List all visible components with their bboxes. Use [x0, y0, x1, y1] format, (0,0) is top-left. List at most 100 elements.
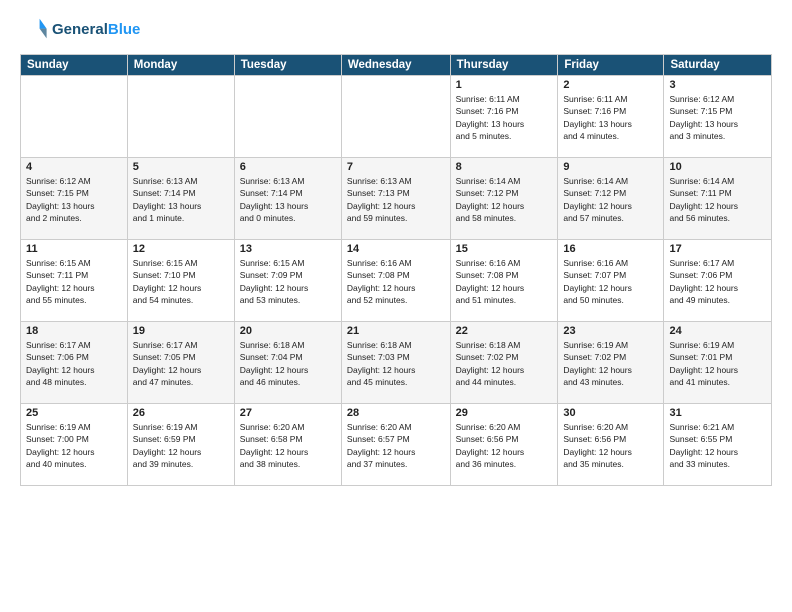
calendar-cell: 1 Sunrise: 6:11 AM Sunset: 7:16 PM Daylig… — [450, 76, 558, 158]
calendar-cell: 29 Sunrise: 6:20 AM Sunset: 6:56 PM Dayli… — [450, 404, 558, 486]
day-number: 30 — [563, 407, 658, 419]
calendar-cell: 8 Sunrise: 6:14 AM Sunset: 7:12 PM Daylig… — [450, 158, 558, 240]
day-number: 13 — [240, 243, 336, 255]
day-info: Sunrise: 6:17 AM Sunset: 7:06 PM Dayligh… — [669, 257, 766, 306]
day-number: 12 — [133, 243, 229, 255]
day-number: 24 — [669, 325, 766, 337]
day-info: Sunrise: 6:19 AM Sunset: 7:01 PM Dayligh… — [669, 339, 766, 388]
calendar-cell: 2 Sunrise: 6:11 AM Sunset: 7:16 PM Daylig… — [558, 76, 664, 158]
calendar-cell: 27 Sunrise: 6:20 AM Sunset: 6:58 PM Dayli… — [234, 404, 341, 486]
day-number: 28 — [347, 407, 445, 419]
calendar-week-row: 1 Sunrise: 6:11 AM Sunset: 7:16 PM Daylig… — [21, 76, 772, 158]
calendar-cell: 6Sunrise: 6:13 AM Sunset: 7:14 PM Daylig… — [234, 158, 341, 240]
day-info: Sunrise: 6:12 AM Sunset: 7:15 PM Dayligh… — [669, 93, 766, 142]
day-number: 26 — [133, 407, 229, 419]
calendar-cell: 7Sunrise: 6:13 AM Sunset: 7:13 PM Daylig… — [341, 158, 450, 240]
day-number: 25 — [26, 407, 122, 419]
calendar-week-row: 25 Sunrise: 6:19 AM Sunset: 7:00 PM Dayli… — [21, 404, 772, 486]
day-info: Sunrise: 6:12 AM Sunset: 7:15 PM Dayligh… — [26, 175, 122, 224]
day-info: Sunrise: 6:20 AM Sunset: 6:56 PM Dayligh… — [456, 421, 553, 470]
day-number: 31 — [669, 407, 766, 419]
day-info: Sunrise: 6:14 AM Sunset: 7:12 PM Dayligh… — [456, 175, 553, 224]
day-number: 4 — [26, 161, 122, 173]
day-info: Sunrise: 6:18 AM Sunset: 7:03 PM Dayligh… — [347, 339, 445, 388]
day-number: 20 — [240, 325, 336, 337]
calendar-cell: 15Sunrise: 6:16 AM Sunset: 7:08 PM Dayli… — [450, 240, 558, 322]
day-info: Sunrise: 6:18 AM Sunset: 7:04 PM Dayligh… — [240, 339, 336, 388]
day-number: 14 — [347, 243, 445, 255]
day-info: Sunrise: 6:13 AM Sunset: 7:14 PM Dayligh… — [133, 175, 229, 224]
day-number: 22 — [456, 325, 553, 337]
calendar-header-friday: Friday — [558, 55, 664, 76]
calendar-cell: 13 Sunrise: 6:15 AM Sunset: 7:09 PM Dayli… — [234, 240, 341, 322]
day-number: 15 — [456, 243, 553, 255]
logo-text: GeneralBlue — [52, 22, 140, 39]
day-info: Sunrise: 6:19 AM Sunset: 7:02 PM Dayligh… — [563, 339, 658, 388]
day-info: Sunrise: 6:17 AM Sunset: 7:06 PM Dayligh… — [26, 339, 122, 388]
calendar-cell: 9 Sunrise: 6:14 AM Sunset: 7:12 PM Daylig… — [558, 158, 664, 240]
day-info: Sunrise: 6:19 AM Sunset: 7:00 PM Dayligh… — [26, 421, 122, 470]
calendar-cell: 28 Sunrise: 6:20 AM Sunset: 6:57 PM Dayli… — [341, 404, 450, 486]
calendar-cell: 17 Sunrise: 6:17 AM Sunset: 7:06 PM Dayli… — [664, 240, 772, 322]
day-info: Sunrise: 6:16 AM Sunset: 7:08 PM Dayligh… — [347, 257, 445, 306]
day-info: Sunrise: 6:15 AM Sunset: 7:09 PM Dayligh… — [240, 257, 336, 306]
calendar-header-sunday: Sunday — [21, 55, 128, 76]
day-info: Sunrise: 6:11 AM Sunset: 7:16 PM Dayligh… — [456, 93, 553, 142]
calendar-header-wednesday: Wednesday — [341, 55, 450, 76]
day-number: 18 — [26, 325, 122, 337]
calendar-cell: 21 Sunrise: 6:18 AM Sunset: 7:03 PM Dayli… — [341, 322, 450, 404]
day-number: 29 — [456, 407, 553, 419]
calendar-header-monday: Monday — [127, 55, 234, 76]
day-number: 3 — [669, 79, 766, 91]
calendar-cell — [234, 76, 341, 158]
calendar-cell: 16Sunrise: 6:16 AM Sunset: 7:07 PM Dayli… — [558, 240, 664, 322]
day-info: Sunrise: 6:20 AM Sunset: 6:58 PM Dayligh… — [240, 421, 336, 470]
day-info: Sunrise: 6:14 AM Sunset: 7:11 PM Dayligh… — [669, 175, 766, 224]
calendar-cell — [341, 76, 450, 158]
day-info: Sunrise: 6:16 AM Sunset: 7:07 PM Dayligh… — [563, 257, 658, 306]
calendar-header-thursday: Thursday — [450, 55, 558, 76]
calendar-week-row: 11Sunrise: 6:15 AM Sunset: 7:11 PM Dayli… — [21, 240, 772, 322]
day-number: 19 — [133, 325, 229, 337]
logo-icon — [20, 16, 48, 44]
calendar-cell: 14 Sunrise: 6:16 AM Sunset: 7:08 PM Dayli… — [341, 240, 450, 322]
day-number: 8 — [456, 161, 553, 173]
day-number: 2 — [563, 79, 658, 91]
day-number: 11 — [26, 243, 122, 255]
day-info: Sunrise: 6:18 AM Sunset: 7:02 PM Dayligh… — [456, 339, 553, 388]
calendar-cell: 25 Sunrise: 6:19 AM Sunset: 7:00 PM Dayli… — [21, 404, 128, 486]
calendar-week-row: 18 Sunrise: 6:17 AM Sunset: 7:06 PM Dayli… — [21, 322, 772, 404]
calendar-cell: 31Sunrise: 6:21 AM Sunset: 6:55 PM Dayli… — [664, 404, 772, 486]
day-number: 5 — [133, 161, 229, 173]
day-info: Sunrise: 6:13 AM Sunset: 7:14 PM Dayligh… — [240, 175, 336, 224]
day-info: Sunrise: 6:15 AM Sunset: 7:10 PM Dayligh… — [133, 257, 229, 306]
logo: GeneralBlue — [20, 16, 140, 44]
calendar-cell: 24 Sunrise: 6:19 AM Sunset: 7:01 PM Dayli… — [664, 322, 772, 404]
calendar-cell: 18 Sunrise: 6:17 AM Sunset: 7:06 PM Dayli… — [21, 322, 128, 404]
calendar-cell: 30 Sunrise: 6:20 AM Sunset: 6:56 PM Dayli… — [558, 404, 664, 486]
calendar-header-saturday: Saturday — [664, 55, 772, 76]
calendar-cell: 22 Sunrise: 6:18 AM Sunset: 7:02 PM Dayli… — [450, 322, 558, 404]
day-info: Sunrise: 6:14 AM Sunset: 7:12 PM Dayligh… — [563, 175, 658, 224]
calendar-header-tuesday: Tuesday — [234, 55, 341, 76]
day-info: Sunrise: 6:11 AM Sunset: 7:16 PM Dayligh… — [563, 93, 658, 142]
day-number: 9 — [563, 161, 658, 173]
day-info: Sunrise: 6:20 AM Sunset: 6:56 PM Dayligh… — [563, 421, 658, 470]
day-number: 10 — [669, 161, 766, 173]
day-number: 17 — [669, 243, 766, 255]
calendar-cell — [127, 76, 234, 158]
day-info: Sunrise: 6:20 AM Sunset: 6:57 PM Dayligh… — [347, 421, 445, 470]
calendar-cell: 19Sunrise: 6:17 AM Sunset: 7:05 PM Dayli… — [127, 322, 234, 404]
day-number: 7 — [347, 161, 445, 173]
day-number: 1 — [456, 79, 553, 91]
calendar-cell: 4 Sunrise: 6:12 AM Sunset: 7:15 PM Daylig… — [21, 158, 128, 240]
calendar-cell: 5 Sunrise: 6:13 AM Sunset: 7:14 PM Daylig… — [127, 158, 234, 240]
page: GeneralBlue SundayMondayTuesdayWednesday… — [0, 0, 792, 612]
day-number: 21 — [347, 325, 445, 337]
calendar-cell: 12 Sunrise: 6:15 AM Sunset: 7:10 PM Dayli… — [127, 240, 234, 322]
day-number: 27 — [240, 407, 336, 419]
calendar-week-row: 4 Sunrise: 6:12 AM Sunset: 7:15 PM Daylig… — [21, 158, 772, 240]
calendar-header-row: SundayMondayTuesdayWednesdayThursdayFrid… — [21, 55, 772, 76]
calendar-cell: 3 Sunrise: 6:12 AM Sunset: 7:15 PM Daylig… — [664, 76, 772, 158]
calendar-cell: 26Sunrise: 6:19 AM Sunset: 6:59 PM Dayli… — [127, 404, 234, 486]
